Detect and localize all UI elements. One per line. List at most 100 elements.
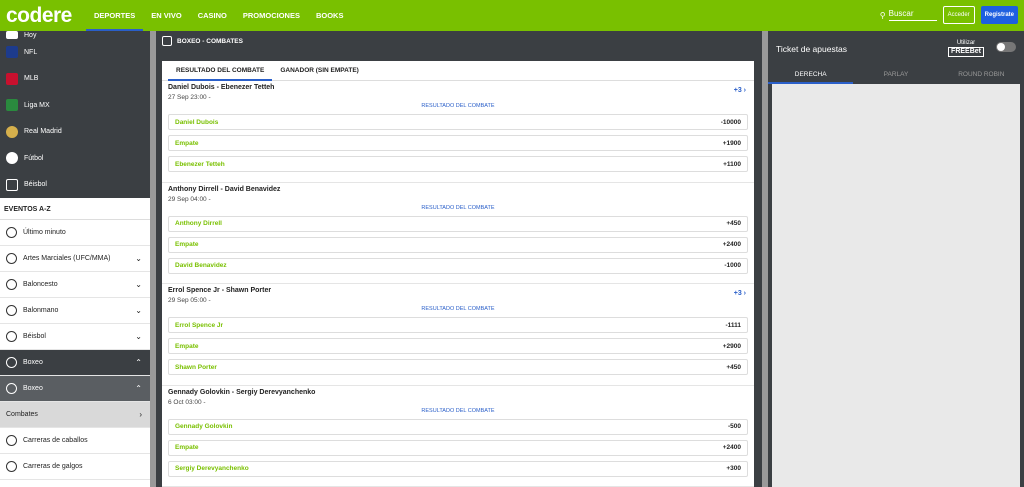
sidebar-item-label: Béisbol [24, 181, 47, 189]
sidebar-item-carreras-galgos[interactable]: Carreras de galgos [0, 454, 150, 480]
odd-value: +1100 [723, 160, 741, 168]
event-date: 29 Sep 04:00 - [168, 195, 211, 203]
sidebar-item-liga-mx[interactable]: Liga MX [0, 92, 150, 119]
odd-button[interactable]: Sergiy Derevyanchenko +300 [168, 460, 748, 477]
event-name[interactable]: Anthony Dirrell - David Benavidez [168, 186, 748, 193]
sidebar-item-ultimo-minuto[interactable]: Último minuto [0, 220, 150, 246]
event-name[interactable]: Errol Spence Jr - Shawn Porter [168, 287, 748, 294]
event-name[interactable]: Gennady Golovkin - Sergiy Derevyanchenko [168, 389, 748, 396]
liga-mx-icon [6, 99, 18, 112]
odd-name: Gennady Golovkin [175, 423, 233, 430]
chevron-up-icon[interactable]: ⌃ [135, 384, 142, 393]
chevron-right-icon[interactable]: › [139, 410, 142, 419]
odd-name: Empate [175, 342, 199, 350]
sidebar-item-hoy[interactable]: Hoy [0, 31, 150, 39]
odd-button[interactable]: Ebenezer Tetteh +1100 [168, 156, 748, 172]
nav-books[interactable]: BOOKS [308, 0, 352, 31]
sidebar-item-baloncesto[interactable]: Baloncesto ⌄ [0, 272, 150, 298]
nav-casino[interactable]: CASINO [190, 0, 235, 31]
chevron-down-icon[interactable]: ⌄ [135, 254, 142, 263]
odd-button[interactable]: Empate +1900 [168, 135, 748, 151]
basketball-icon [6, 279, 17, 290]
sidebar-item-futbol[interactable]: Fútbol [0, 145, 150, 172]
odd-name: Anthony Dirrell [175, 220, 222, 227]
tab-resultado-del-combate[interactable]: RESULTADO DEL COMBATE [168, 61, 273, 81]
nav-deportes[interactable]: DEPORTES [86, 0, 144, 31]
bicycle-icon [6, 253, 17, 264]
horse-racing-icon [6, 435, 17, 446]
odd-button[interactable]: Errol Spence Jr -1111 [168, 317, 748, 333]
tab-parlay[interactable]: PARLAY [853, 67, 938, 84]
sidebar-item-label: Real Madrid [24, 128, 62, 136]
events-az-title: EVENTOS A-Z [0, 198, 150, 220]
chevron-down-icon[interactable]: ⌄ [135, 332, 142, 341]
nav-en-vivo[interactable]: EN VIVO [143, 0, 189, 31]
odd-button[interactable]: Shawn Porter +450 [168, 359, 748, 375]
odd-button[interactable]: Empate +2400 [168, 236, 748, 253]
odd-name: David Benavidez [175, 262, 227, 269]
sidebar-subitem-boxeo[interactable]: Boxeo ⌃ [0, 376, 150, 402]
login-button[interactable]: Acceder [942, 6, 975, 24]
sidebar-item-label: Boxeo [23, 359, 43, 366]
chevron-down-icon[interactable]: ⌄ [135, 280, 142, 289]
odd-value: +450 [726, 220, 741, 227]
sidebar-item-label: Boxeo [23, 385, 43, 392]
chevron-down-icon[interactable]: ⌄ [135, 306, 142, 315]
event-name[interactable]: Daniel Dubois - Ebenezer Tetteh [168, 84, 748, 91]
odd-value: -500 [727, 423, 741, 430]
bet-ticket-panel: Ticket de apuestas Utilizar FREEBet DERE… [768, 31, 1024, 487]
sidebar-item-nfl[interactable]: NFL [0, 39, 150, 66]
left-sidebar: Hoy NFL MLB Liga MX Real Madrid Fútbol B… [0, 31, 150, 487]
sidebar-item-label: Béisbol [23, 333, 46, 340]
tab-derecha[interactable]: DERECHA [768, 67, 854, 84]
sidebar-item-carreras-caballos[interactable]: Carreras de caballos [0, 428, 150, 454]
handball-icon [6, 305, 17, 316]
odd-button[interactable]: Gennady Golovkin -500 [168, 418, 748, 435]
sidebar-item-balonmano[interactable]: Balonmano ⌄ [0, 298, 150, 324]
odd-button[interactable]: Empate +2900 [168, 338, 748, 354]
more-markets-link[interactable]: +3 › [734, 87, 746, 94]
search-icon[interactable]: ⚲ [880, 11, 886, 20]
event-date: 6 Oct 03:00 - [168, 398, 206, 406]
sidebar-item-label: Baloncesto [23, 281, 58, 288]
codere-logo[interactable]: codere [0, 4, 86, 28]
sidebar-item-label: Hoy [24, 31, 37, 39]
odd-value: -1111 [725, 321, 741, 329]
sidebar-item-label: Fútbol [24, 154, 44, 162]
page-header: BOXEO - COMBATES [156, 31, 762, 51]
odd-name: Empate [175, 241, 199, 248]
search-input[interactable]: Buscar [888, 9, 937, 21]
chevron-up-icon[interactable]: ⌃ [135, 358, 142, 367]
events-panel: RESULTADO DEL COMBATE GANADOR (SIN EMPAT… [162, 61, 754, 487]
sidebar-item-boxeo[interactable]: Boxeo ⌃ [0, 350, 150, 376]
odd-button[interactable]: David Benavidez -1000 [168, 257, 748, 274]
market-title: RESULTADO DEL COMBATE [421, 407, 495, 414]
odd-button[interactable]: Empate +2400 [168, 439, 748, 456]
baseball-bat-icon [6, 331, 17, 342]
odd-button[interactable]: Daniel Dubois -10000 [168, 114, 748, 130]
odd-name: Shawn Porter [175, 363, 217, 371]
nav-promociones[interactable]: PROMOCIONES [235, 0, 308, 31]
sidebar-item-mlb[interactable]: MLB [0, 66, 150, 93]
sidebar-item-beisbol-az[interactable]: Béisbol ⌄ [0, 324, 150, 350]
tab-ganador-sin-empate[interactable]: GANADOR (SIN EMPATE) [272, 61, 366, 80]
ticket-header: Ticket de apuestas Utilizar FREEBet [768, 31, 1024, 67]
sidebar-item-beisbol[interactable]: Béisbol [0, 172, 150, 199]
odd-value: -10000 [720, 118, 741, 126]
tab-round-robin[interactable]: ROUND ROBIN [939, 67, 1024, 84]
event-date: 29 Sep 05:00 - [168, 297, 211, 304]
event-card: Daniel Dubois - Ebenezer Tetteh 27 Sep 2… [162, 81, 754, 183]
sidebar-subitem-combates[interactable]: Combates › [0, 402, 150, 428]
sidebar-item-artes-marciales[interactable]: Artes Marciales (UFC/MMA) ⌄ [0, 246, 150, 272]
sidebar-item-real-madrid[interactable]: Real Madrid [0, 119, 150, 146]
more-markets-link[interactable]: +3 › [734, 290, 746, 297]
odd-value: +300 [726, 465, 741, 472]
register-button[interactable]: Registrate [980, 6, 1018, 24]
event-card: Errol Spence Jr - Shawn Porter 29 Sep 05… [162, 284, 754, 386]
search-area[interactable]: ⚲ Buscar [880, 9, 937, 21]
odd-button[interactable]: Anthony Dirrell +450 [168, 215, 748, 232]
ticket-body [772, 84, 1020, 487]
freebet-toggle[interactable] [996, 42, 1016, 52]
greyhound-icon [6, 461, 17, 472]
odd-name: Empate [175, 139, 199, 147]
